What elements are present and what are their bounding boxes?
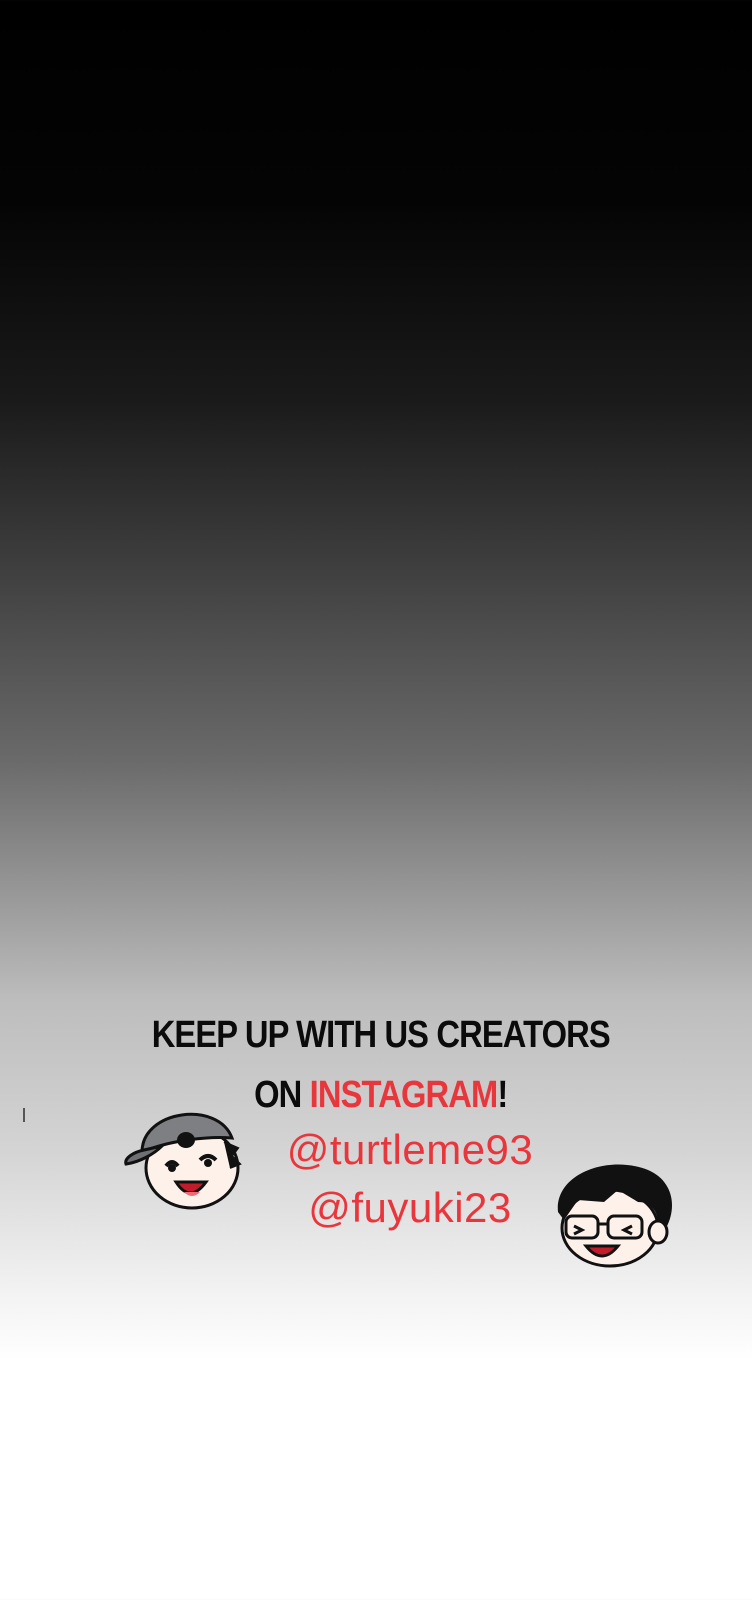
headline-line-1: KEEP UP WITH US CREATORS: [151, 1014, 611, 1056]
headline-instagram: INSTAGRAM: [309, 1074, 499, 1116]
creator-glasses-face-icon: [557, 1164, 672, 1268]
divider-mark: [23, 1108, 25, 1122]
headline-on: ON: [254, 1074, 310, 1116]
creator-cap-face-icon: [124, 1112, 242, 1210]
creator-promo-panel: KEEP UP WITH US CREATORS ON INSTAGRAM! @…: [0, 0, 752, 1600]
headline-exclaim: !: [497, 1074, 508, 1116]
